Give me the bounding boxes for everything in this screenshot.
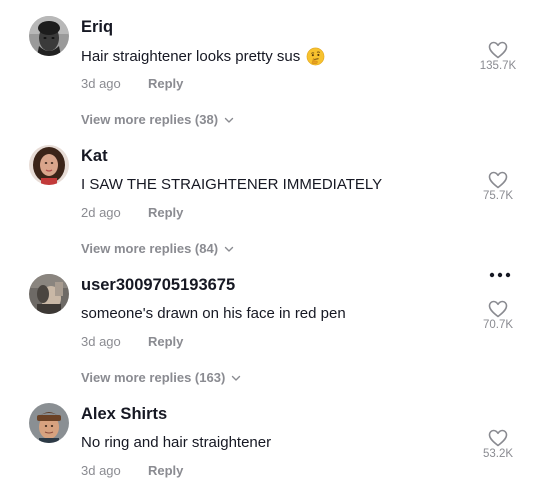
thinking-face-emoji-icon — [306, 47, 325, 66]
comment-age: 3d ago — [81, 463, 121, 478]
like-button[interactable]: 135.7K — [473, 41, 523, 72]
view-more-replies-label: View more replies (163) — [81, 370, 226, 385]
like-button[interactable]: 75.7K — [473, 171, 523, 202]
chevron-down-icon — [232, 375, 241, 381]
comment-text-content: someone's drawn on his face in red pen — [81, 305, 346, 322]
avatar[interactable] — [29, 274, 69, 314]
view-more-replies-label: View more replies (84) — [81, 241, 219, 256]
ellipsis-icon[interactable] — [488, 270, 512, 280]
avatar[interactable] — [29, 403, 69, 443]
like-count: 75.7K — [482, 190, 514, 202]
chevron-down-icon — [224, 246, 234, 252]
reply-button[interactable]: Reply — [148, 334, 183, 349]
username[interactable]: Eriq — [81, 18, 113, 37]
avatar-image — [29, 403, 69, 443]
chevron-down-icon — [224, 117, 234, 123]
comment-age: 3d ago — [81, 334, 121, 349]
view-more-replies-button[interactable]: View more replies (84) — [81, 241, 234, 256]
comment-text-content: Hair straightener looks pretty sus — [81, 48, 301, 65]
view-more-replies-label: View more replies (38) — [81, 112, 219, 127]
comment-text: I SAW THE STRAIGHTENER IMMEDIATELY — [81, 176, 382, 193]
username[interactable]: Kat — [81, 147, 108, 166]
comment-text-content: No ring and hair straightener — [81, 434, 272, 451]
view-more-replies-button[interactable]: View more replies (38) — [81, 112, 234, 127]
avatar[interactable] — [29, 16, 69, 56]
like-count: 70.7K — [482, 319, 514, 331]
avatar-image — [29, 145, 69, 185]
heart-outline-icon — [488, 300, 508, 318]
heart-outline-icon — [488, 41, 508, 59]
like-count: 135.7K — [479, 60, 517, 72]
like-button[interactable]: 70.7K — [473, 300, 523, 331]
username[interactable]: user3009705193675 — [81, 276, 235, 295]
comment-item: user3009705193675 someone's drawn on his… — [0, 258, 541, 387]
comment-item: Kat I SAW THE STRAIGHTENER IMMEDIATELY 2… — [0, 129, 541, 258]
comment-text-content: I SAW THE STRAIGHTENER IMMEDIATELY — [81, 176, 383, 193]
reply-button[interactable]: Reply — [148, 463, 183, 478]
avatar-image — [29, 274, 69, 314]
comment-age: 3d ago — [81, 76, 121, 91]
view-more-replies-button[interactable]: View more replies (163) — [81, 370, 241, 385]
reply-button[interactable]: Reply — [148, 76, 183, 91]
heart-outline-icon — [488, 429, 508, 447]
avatar[interactable] — [29, 145, 69, 185]
like-button[interactable]: 53.2K — [473, 429, 523, 460]
comment-text: No ring and hair straightener — [81, 434, 271, 451]
heart-outline-icon — [488, 171, 508, 189]
comment-age: 2d ago — [81, 205, 121, 220]
comment-text: someone's drawn on his face in red pen — [81, 305, 346, 322]
comment-item: Alex Shirts No ring and hair straightene… — [0, 387, 541, 496]
avatar-image — [29, 16, 69, 56]
comment-item: Eriq Hair straightener looks pretty sus … — [0, 0, 541, 129]
username[interactable]: Alex Shirts — [81, 405, 167, 424]
like-count: 53.2K — [482, 448, 514, 460]
comment-text: Hair straightener looks pretty sus — [81, 47, 325, 66]
reply-button[interactable]: Reply — [148, 205, 183, 220]
